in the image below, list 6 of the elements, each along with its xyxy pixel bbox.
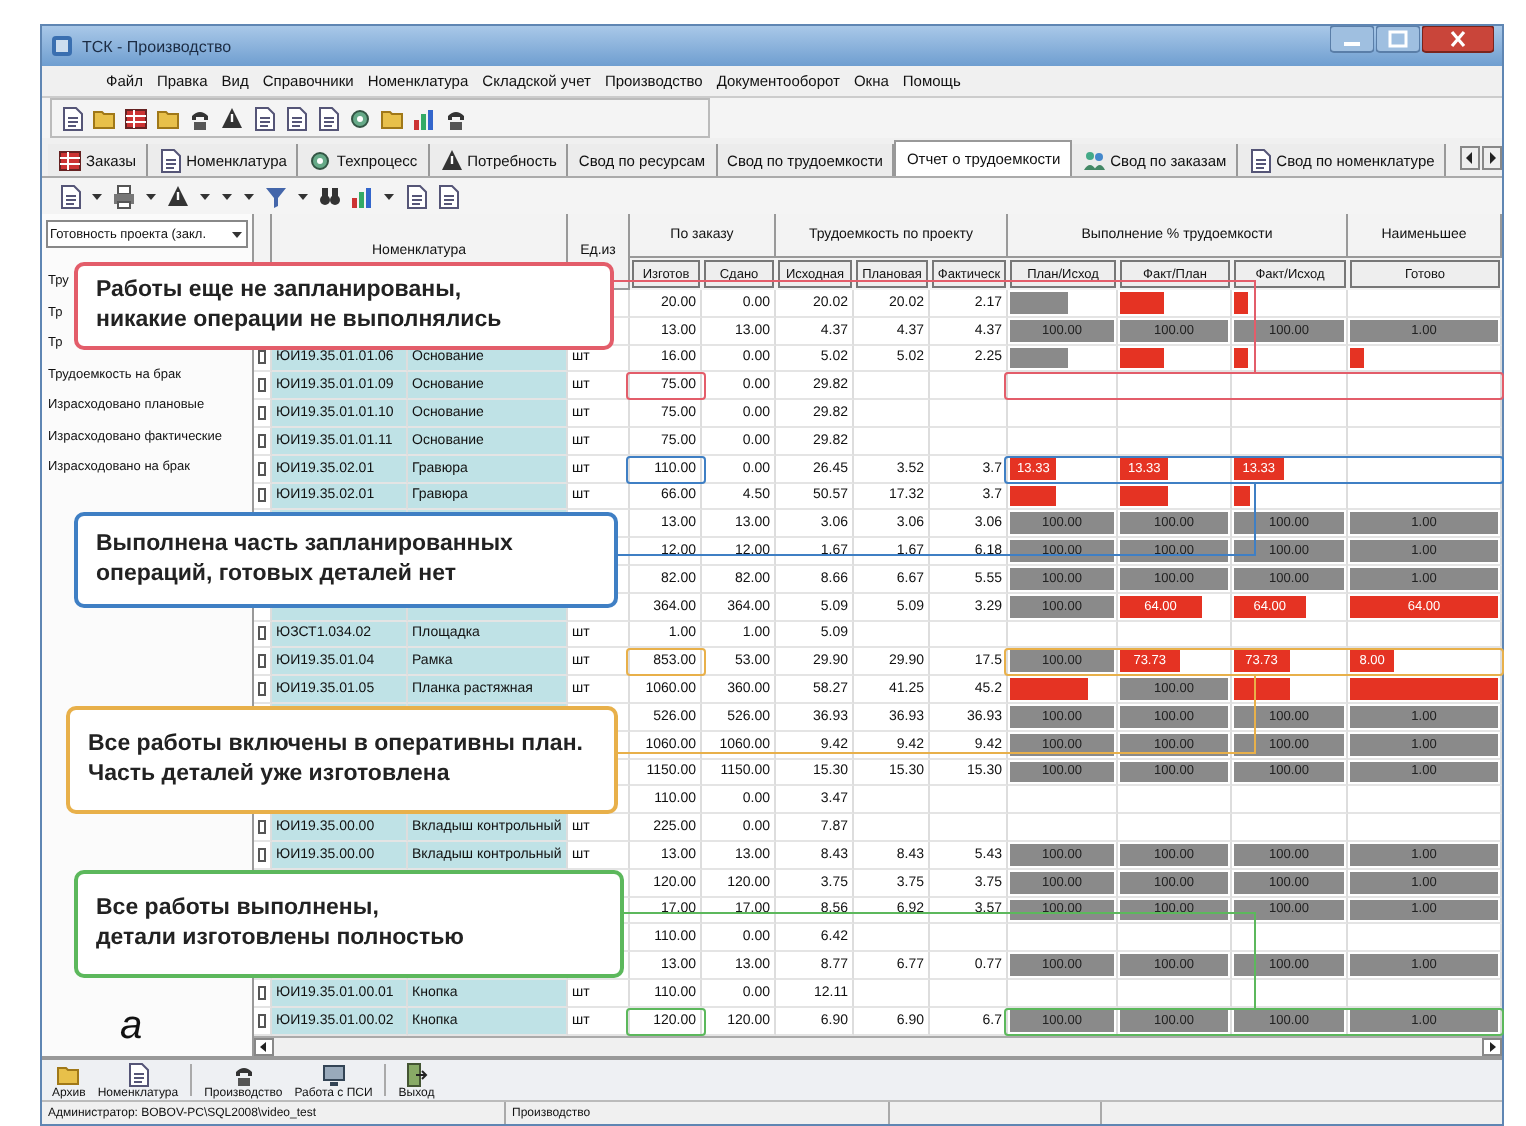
window-title: ТСК - Производство bbox=[82, 37, 232, 55]
callout: Работы еще не запланированы, никакие операции не выполнялись bbox=[74, 262, 614, 350]
callout: Все работы выполнены, детали изготовлены полностью bbox=[74, 870, 624, 978]
callout: Выполнена часть запланированных операций, готовых деталей нет bbox=[74, 512, 618, 608]
figure-label: а bbox=[120, 1004, 143, 1050]
callout: Все работы включены в оперативны план. Часть деталей уже изготовлена bbox=[66, 706, 618, 814]
